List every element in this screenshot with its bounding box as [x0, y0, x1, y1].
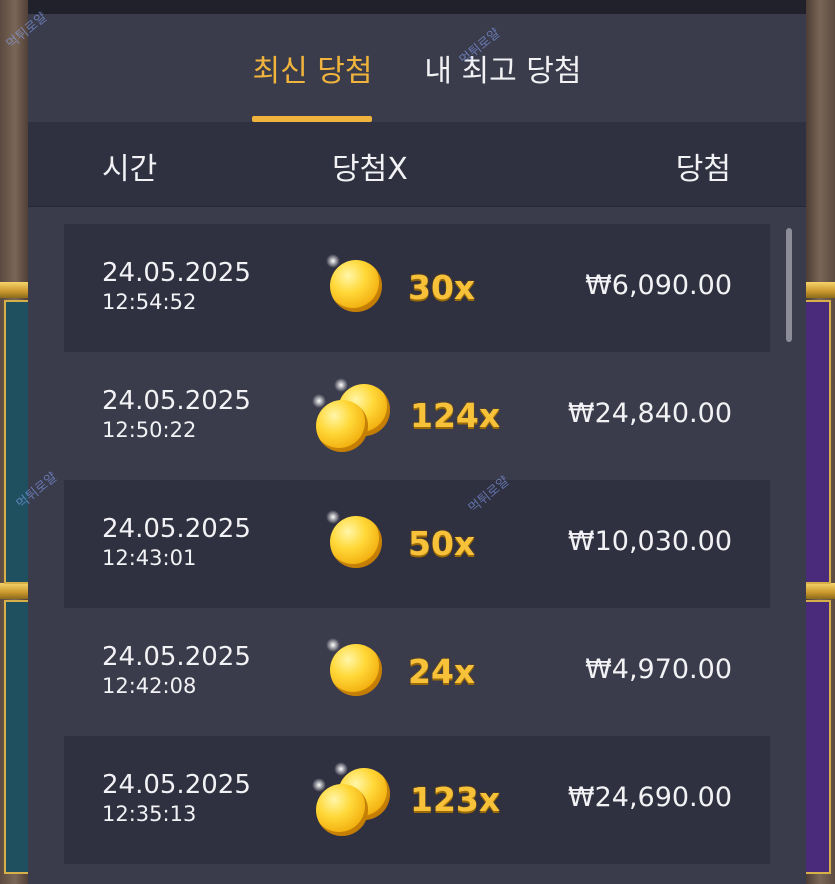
slot-reel-right — [803, 300, 831, 584]
coin-icon — [316, 510, 392, 578]
row-date: 24.05.2025 — [102, 770, 251, 800]
row-amount: ₩6,090.00 — [585, 270, 732, 301]
header-time: 시간 — [102, 152, 158, 187]
row-date: 24.05.2025 — [102, 642, 251, 672]
scrollbar-thumb[interactable] — [786, 228, 792, 342]
tab-latest-wins[interactable]: 최신 당첨 — [252, 14, 373, 122]
table-row: 24.05.2025 12:42:08 24x ₩4,970.00 — [64, 608, 770, 736]
row-amount: ₩10,030.00 — [567, 526, 732, 557]
row-amount: ₩24,690.00 — [567, 782, 732, 813]
row-multiplier: 30x — [408, 268, 476, 307]
header-win: 당첨 — [675, 152, 731, 187]
panel-top-strip — [28, 0, 806, 14]
row-time: 12:35:13 — [102, 802, 197, 826]
row-amount: ₩24,840.00 — [567, 398, 732, 429]
coin-stack-icon — [312, 762, 392, 836]
coin-icon — [316, 254, 392, 322]
tab-my-best-wins[interactable]: 내 최고 당첨 — [424, 14, 581, 122]
win-list[interactable]: 24.05.2025 12:54:52 30x ₩6,090.00 24.05.… — [64, 224, 770, 864]
row-multiplier: 50x — [408, 524, 476, 563]
tab-bar: 최신 당첨 내 최고 당첨 — [28, 14, 806, 122]
row-time: 12:42:08 — [102, 674, 197, 698]
table-row: 24.05.2025 12:50:22 124x ₩24,840.00 — [64, 352, 770, 480]
row-multiplier: 24x — [408, 652, 476, 691]
row-multiplier: 123x — [410, 780, 501, 819]
slot-reel-right — [803, 600, 831, 874]
table-header: 시간 당첨X 당첨 — [28, 122, 806, 207]
table-row: 24.05.2025 12:54:52 30x ₩6,090.00 — [64, 224, 770, 352]
row-amount: ₩4,970.00 — [585, 654, 732, 685]
table-row: 24.05.2025 12:35:13 123x ₩24,690.00 — [64, 736, 770, 864]
win-history-panel: 최신 당첨 내 최고 당첨 시간 당첨X 당첨 24.05.2025 12:54… — [28, 0, 806, 884]
row-time: 12:50:22 — [102, 418, 197, 442]
tab-label: 내 최고 당첨 — [424, 54, 582, 89]
row-date: 24.05.2025 — [102, 514, 251, 544]
table-row: 24.05.2025 12:43:01 50x ₩10,030.00 — [64, 480, 770, 608]
row-time: 12:43:01 — [102, 546, 197, 570]
coin-icon — [316, 638, 392, 706]
row-time: 12:54:52 — [102, 290, 197, 314]
tab-label: 최신 당첨 — [252, 54, 373, 89]
header-multiplier: 당첨X — [332, 152, 408, 187]
row-date: 24.05.2025 — [102, 258, 251, 288]
row-date: 24.05.2025 — [102, 386, 251, 416]
coin-stack-icon — [312, 378, 392, 452]
row-multiplier: 124x — [410, 396, 501, 435]
